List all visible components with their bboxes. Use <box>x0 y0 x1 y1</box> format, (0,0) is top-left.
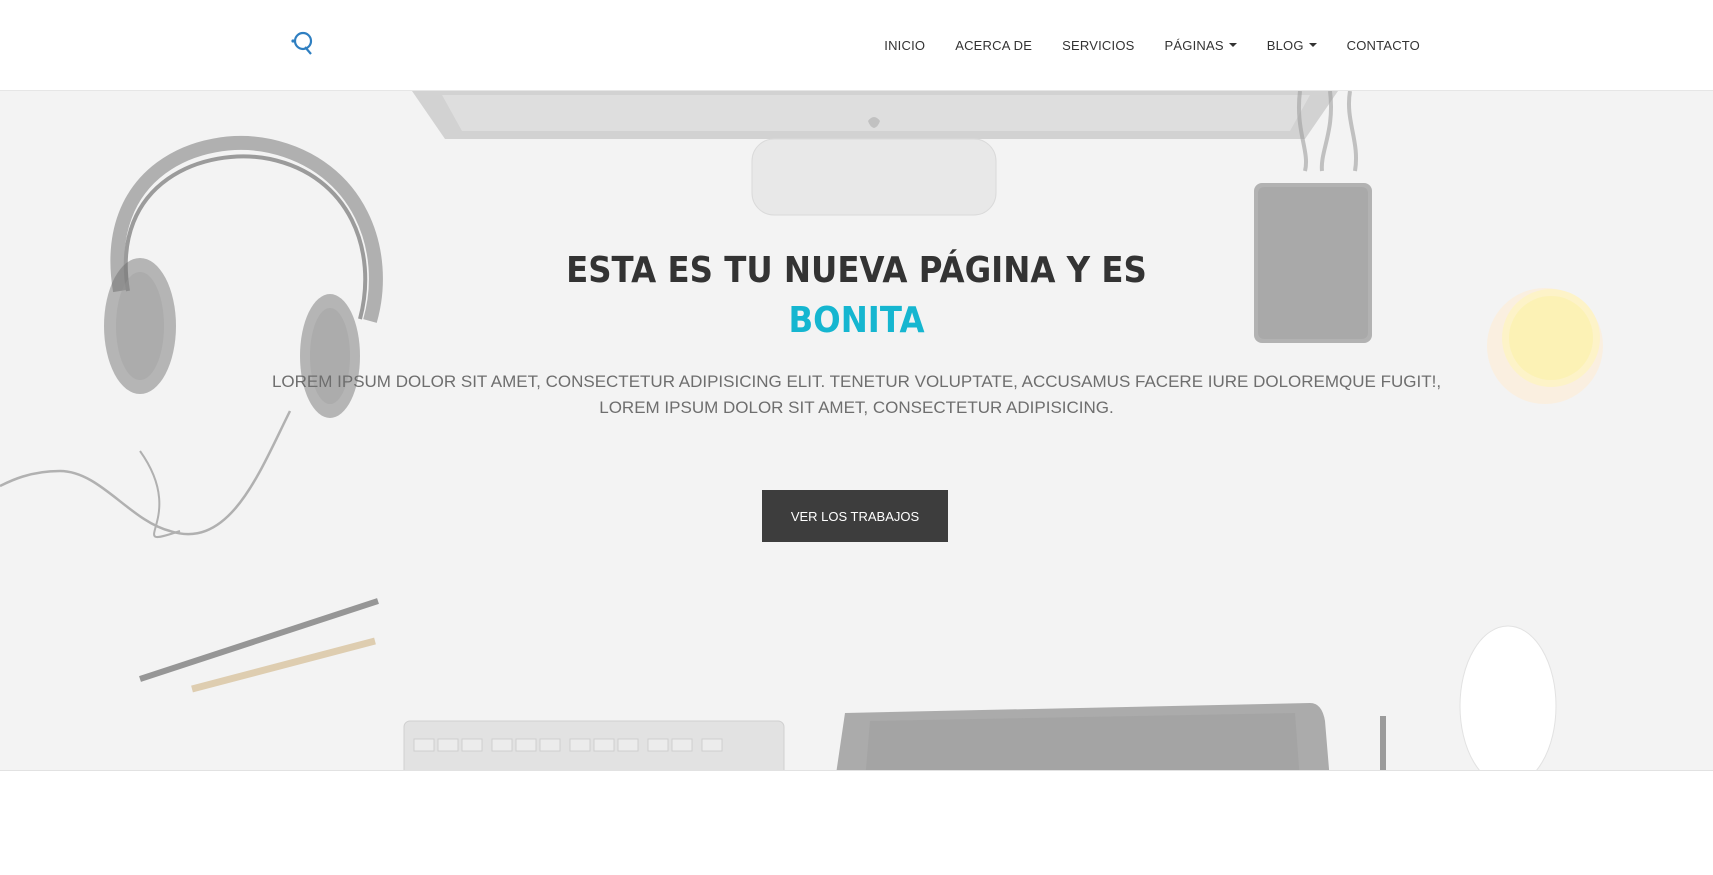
site-header: INICIO ACERCA DE SERVICIOS PÁGINAS BLOG … <box>0 0 1713 91</box>
nav-item-paginas[interactable]: PÁGINAS <box>1165 38 1237 53</box>
main-nav: INICIO ACERCA DE SERVICIOS PÁGINAS BLOG … <box>884 0 1420 90</box>
hero-title-line: ESTA ES TU NUEVA PÁGINA Y ES <box>566 250 1147 291</box>
nav-item-label: PÁGINAS <box>1164 37 1224 53</box>
nav-item-label: BLOG <box>1266 37 1304 53</box>
nav-item-contacto[interactable]: CONTACTO <box>1347 38 1420 53</box>
nav-item-servicios[interactable]: SERVICIOS <box>1062 38 1134 53</box>
hero-subtitle-line: LOREM IPSUM DOLOR SIT AMET, CONSECTETUR … <box>271 372 1442 391</box>
nav-item-label: INICIO <box>884 37 926 53</box>
view-works-button[interactable]: VER LOS TRABAJOS <box>762 490 948 542</box>
nav-item-label: CONTACTO <box>1346 37 1420 53</box>
caret-down-icon <box>1228 43 1237 47</box>
nav-item-inicio[interactable]: INICIO <box>884 38 925 53</box>
next-section <box>0 770 1713 875</box>
hero-title-accent: BONITA <box>788 300 925 341</box>
caret-down-icon <box>1308 43 1317 47</box>
page: INICIO ACERCA DE SERVICIOS PÁGINAS BLOG … <box>0 0 1713 875</box>
nav-item-acerca-de[interactable]: ACERCA DE <box>955 38 1032 53</box>
hero-subtitle: LOREM IPSUM DOLOR SIT AMET, CONSECTETUR … <box>250 369 1463 421</box>
hero-section: ESTA ES TU NUEVA PÁGINA Y ES BONITA LORE… <box>0 91 1713 770</box>
monitor-image <box>412 91 1338 216</box>
nav-item-blog[interactable]: BLOG <box>1267 38 1317 53</box>
hero-subtitle-line: LOREM IPSUM DOLOR SIT AMET, CONSECTETUR … <box>599 398 1114 417</box>
hero-title: ESTA ES TU NUEVA PÁGINA Y ES BONITA <box>86 246 1628 346</box>
nav-item-label: SERVICIOS <box>1062 37 1135 53</box>
desk-background-image <box>0 91 1603 770</box>
nav-item-label: ACERCA DE <box>955 37 1033 53</box>
q-logo-icon[interactable] <box>289 28 317 58</box>
